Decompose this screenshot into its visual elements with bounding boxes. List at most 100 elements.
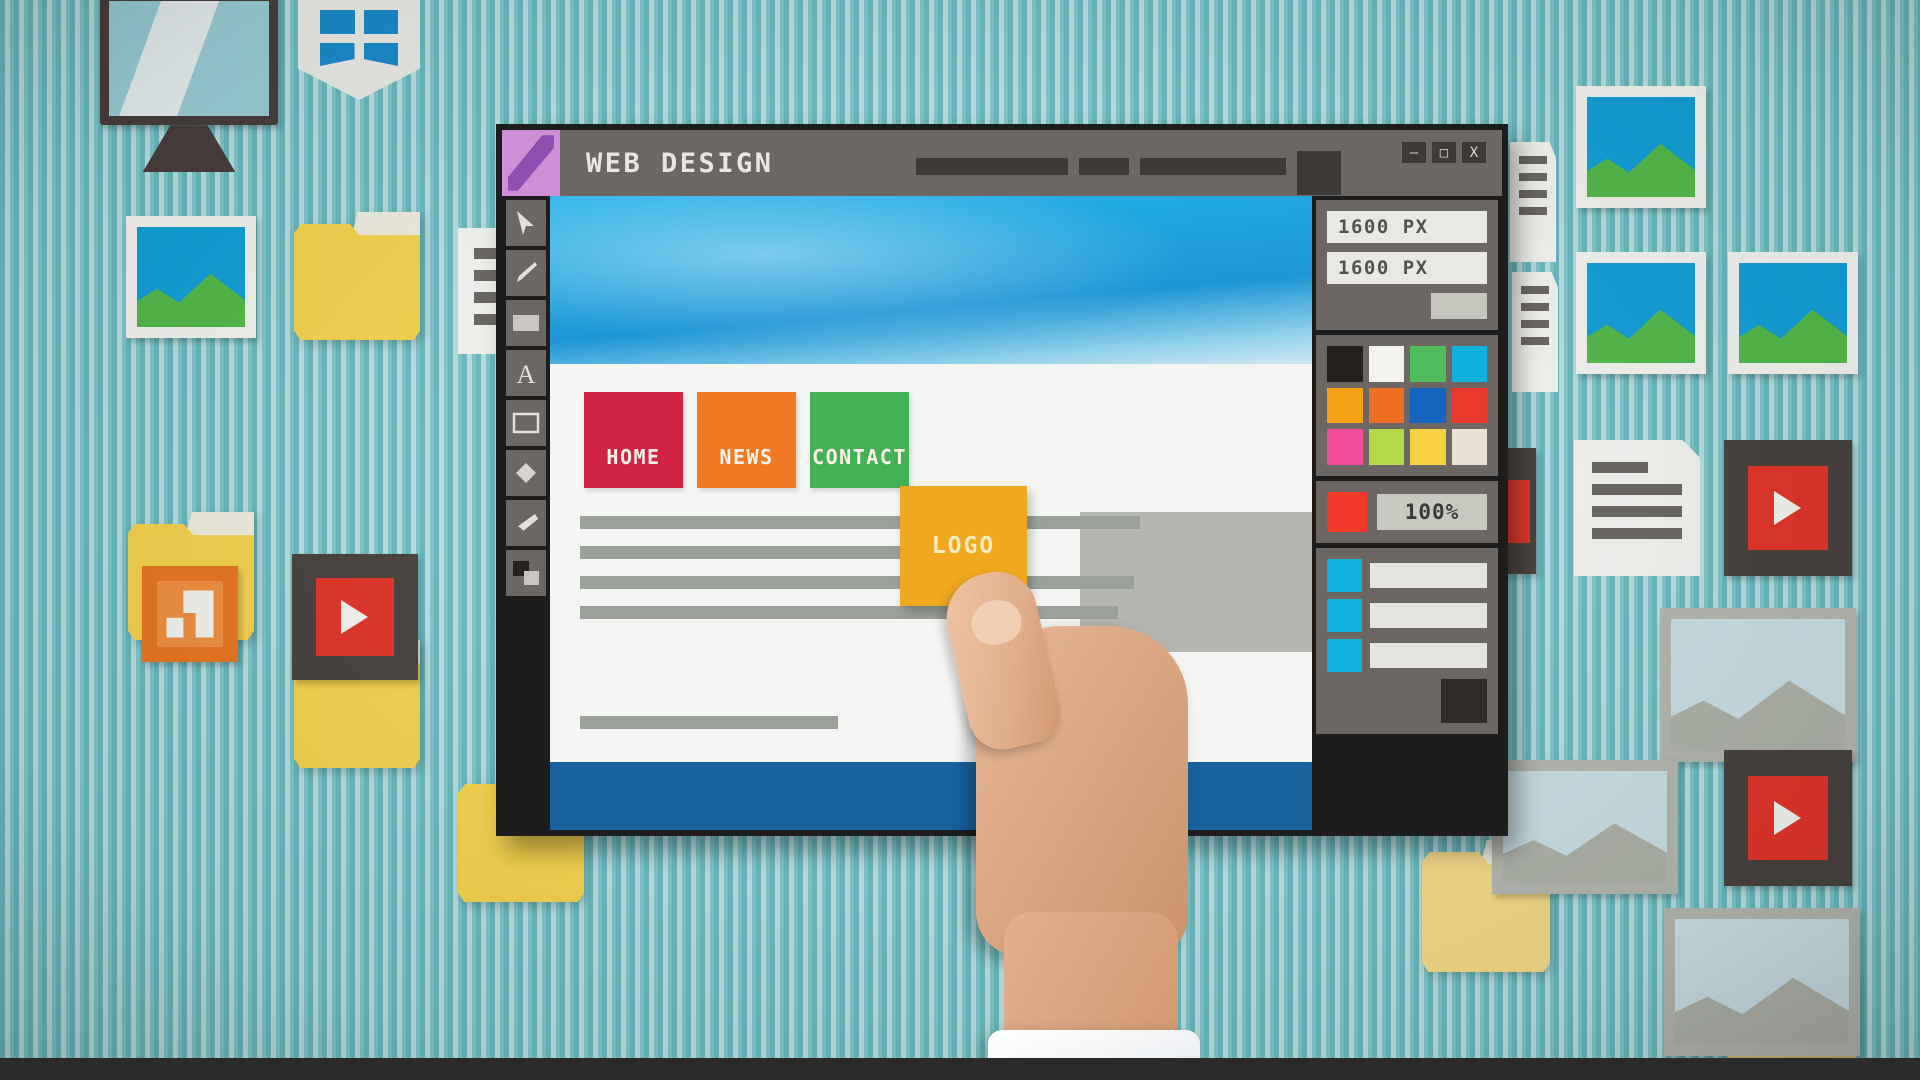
- swatch[interactable]: [1451, 387, 1487, 423]
- video-icon[interactable]: [1724, 440, 1852, 576]
- layer-name-bar[interactable]: [1370, 602, 1487, 628]
- shield-pane-2: [363, 10, 398, 34]
- window-controls[interactable]: – □ X: [1402, 142, 1486, 163]
- nav-button-row[interactable]: HOME NEWS CONTACT: [584, 392, 909, 488]
- monitor-icon[interactable]: [100, 0, 278, 172]
- music-note-glyph: [166, 590, 214, 638]
- tool-palette[interactable]: A: [502, 196, 550, 830]
- doc-line: [1521, 303, 1549, 311]
- height-field[interactable]: 1600 PX: [1327, 252, 1487, 284]
- image-thumbnail: [1587, 263, 1695, 363]
- text-tool[interactable]: A: [506, 350, 546, 396]
- video-play-bg: [315, 577, 395, 657]
- image-thumbnail: [1671, 619, 1845, 751]
- text-line: [580, 716, 838, 729]
- image-icon[interactable]: [1664, 908, 1860, 1056]
- swatch[interactable]: [1327, 429, 1363, 465]
- doc-line: [1519, 156, 1547, 164]
- current-color-swatch[interactable]: [1327, 491, 1367, 532]
- nav-button-home[interactable]: HOME: [584, 392, 683, 488]
- music-inner: [157, 581, 223, 647]
- monitor-glass: [109, 1, 269, 117]
- video-play-bg: [1748, 775, 1828, 861]
- swatch[interactable]: [1451, 429, 1487, 465]
- side-panels[interactable]: 1600 PX 1600 PX 100%: [1316, 196, 1502, 830]
- doc-line: [1521, 286, 1549, 294]
- layer-add-button[interactable]: [1441, 678, 1487, 723]
- swatch[interactable]: [1327, 387, 1363, 423]
- shield-pane-1: [320, 10, 355, 34]
- document-icon[interactable]: [1574, 440, 1700, 576]
- layers-tool[interactable]: [506, 550, 546, 596]
- nav-button-news[interactable]: NEWS: [697, 392, 796, 488]
- menu-item[interactable]: [1140, 157, 1286, 175]
- layer-thumbnail: [1327, 598, 1362, 632]
- folder-icon[interactable]: [294, 212, 420, 340]
- thumb-nail: [967, 595, 1026, 650]
- doc-line: [1592, 484, 1682, 495]
- menu-item[interactable]: [916, 157, 1068, 175]
- image-icon[interactable]: [126, 216, 256, 338]
- document-icon[interactable]: [1510, 142, 1556, 262]
- layer-row[interactable]: [1327, 638, 1487, 672]
- doc-line: [1592, 506, 1682, 517]
- swatch-grid[interactable]: [1327, 346, 1487, 465]
- image-thumbnail: [1739, 263, 1847, 363]
- minimize-button[interactable]: –: [1402, 142, 1426, 163]
- menu-button[interactable]: [1297, 151, 1341, 195]
- video-play-bg: [1748, 465, 1828, 551]
- apply-button[interactable]: [1431, 293, 1487, 319]
- doc-line: [1521, 320, 1549, 328]
- opacity-value[interactable]: 100%: [1377, 493, 1487, 530]
- fill-rect-tool[interactable]: [506, 300, 546, 346]
- swatch[interactable]: [1368, 429, 1404, 465]
- rect-tool[interactable]: [506, 400, 546, 446]
- layer-row[interactable]: [1327, 558, 1487, 592]
- doc-line: [1521, 337, 1549, 345]
- image-icon[interactable]: [1576, 252, 1706, 374]
- video-icon[interactable]: [292, 554, 418, 680]
- layers-panel[interactable]: [1316, 547, 1498, 734]
- video-icon[interactable]: [1724, 750, 1852, 886]
- close-button[interactable]: X: [1462, 142, 1486, 163]
- layer-row[interactable]: [1327, 598, 1487, 632]
- swatch[interactable]: [1451, 346, 1487, 382]
- swatch[interactable]: [1410, 346, 1446, 382]
- swatch[interactable]: [1410, 387, 1446, 423]
- hero-banner[interactable]: [550, 196, 1312, 364]
- width-field[interactable]: 1600 PX: [1327, 211, 1487, 243]
- monitor-stand: [142, 125, 236, 172]
- layer-name-bar[interactable]: [1370, 562, 1487, 588]
- layer-thumbnail: [1327, 558, 1362, 592]
- text-line: [580, 516, 1140, 529]
- music-icon[interactable]: [142, 566, 238, 662]
- brush-tool[interactable]: [506, 250, 546, 296]
- eraser-tool[interactable]: [506, 500, 546, 546]
- image-icon[interactable]: [1728, 252, 1858, 374]
- monitor-screen: [100, 0, 278, 126]
- menu-item[interactable]: [1079, 157, 1129, 175]
- shape-tool[interactable]: [506, 450, 546, 496]
- image-icon[interactable]: [1660, 608, 1856, 762]
- color-palette-panel[interactable]: [1316, 335, 1498, 476]
- pointer-tool[interactable]: [506, 200, 546, 246]
- document-icon[interactable]: [1512, 272, 1558, 392]
- opacity-panel[interactable]: 100%: [1316, 480, 1498, 543]
- dimensions-panel[interactable]: 1600 PX 1600 PX: [1316, 200, 1498, 330]
- swatch[interactable]: [1410, 429, 1446, 465]
- title-bar[interactable]: WEB DESIGN – □ X: [502, 130, 1502, 196]
- image-thumbnail: [1587, 97, 1695, 197]
- doc-line: [1592, 528, 1682, 539]
- layer-name-bar[interactable]: [1370, 642, 1487, 668]
- swatch[interactable]: [1327, 346, 1363, 382]
- doc-line: [1592, 462, 1648, 473]
- shield-icon[interactable]: [298, 0, 420, 100]
- shield-pane-4: [363, 42, 398, 66]
- nav-button-contact[interactable]: CONTACT: [810, 392, 909, 488]
- image-icon[interactable]: [1576, 86, 1706, 208]
- swatch[interactable]: [1368, 387, 1404, 423]
- maximize-button[interactable]: □: [1432, 142, 1456, 163]
- menu-bar[interactable]: [916, 151, 1341, 195]
- image-icon[interactable]: [1492, 760, 1678, 894]
- swatch[interactable]: [1368, 346, 1404, 382]
